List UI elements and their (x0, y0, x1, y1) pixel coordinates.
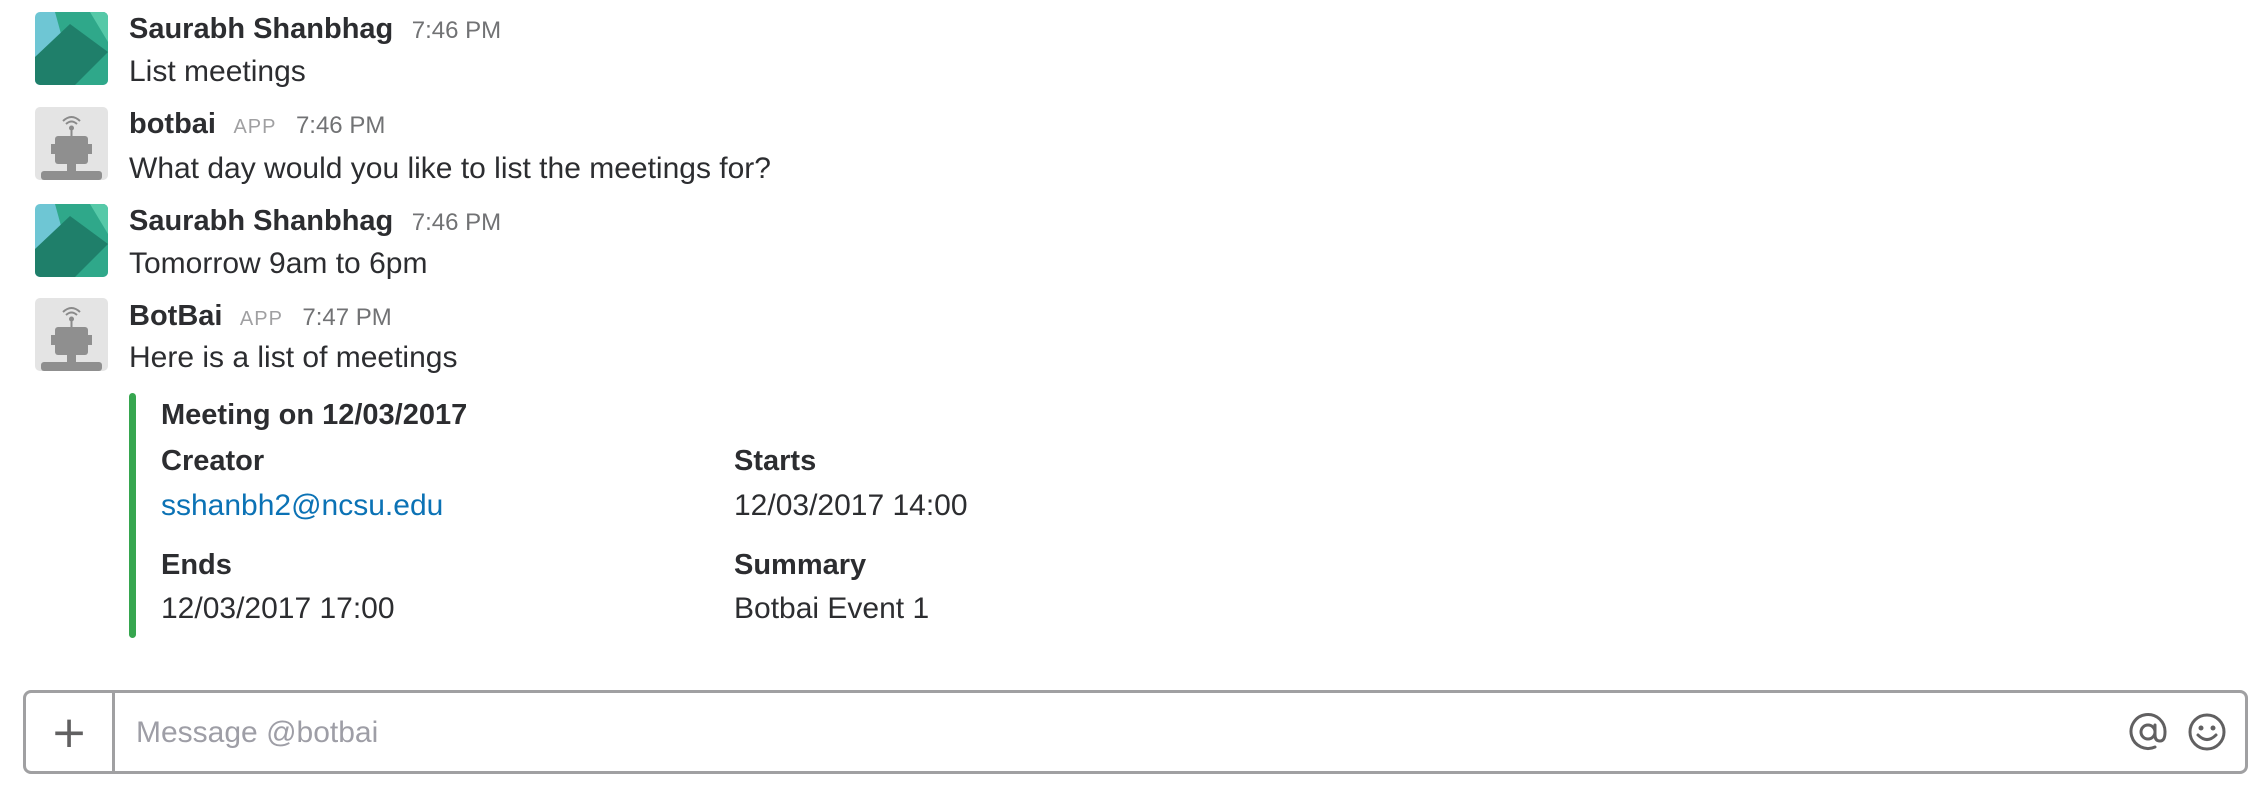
emoji-button[interactable] (2186, 711, 2228, 753)
app-badge: APP (233, 116, 277, 138)
attachment-color-bar (129, 393, 136, 638)
field-value-summary: Botbai Event 1 (734, 592, 930, 625)
message-timestamp[interactable]: 7:47 PM (302, 304, 391, 331)
bot-avatar[interactable] (35, 107, 108, 180)
attachment-title: Meeting on 12/03/2017 (161, 399, 468, 431)
add-attachment-button[interactable]: + (26, 693, 115, 771)
message-author[interactable]: botbai (129, 108, 216, 140)
message-author[interactable]: Saurabh Shanbhag (129, 205, 393, 237)
field-value-starts: 12/03/2017 14:00 (734, 489, 968, 522)
field-title-ends: Ends (161, 549, 232, 581)
message-timestamp[interactable]: 7:46 PM (296, 112, 385, 139)
message-text: Tomorrow 9am to 6pm (129, 247, 428, 280)
plus-icon: + (50, 706, 88, 758)
message-composer: + (23, 690, 2248, 774)
user-avatar[interactable] (35, 204, 108, 277)
app-badge: APP (239, 308, 283, 330)
message-text: List meetings (129, 55, 306, 88)
field-title-starts: Starts (734, 445, 817, 477)
message-author[interactable]: BotBai (129, 300, 222, 332)
bot-avatar[interactable] (35, 298, 108, 371)
user-avatar[interactable] (35, 12, 108, 85)
meeting-attachment: Meeting on 12/03/2017 Creator sshanbh2@n… (129, 393, 1129, 638)
message-timestamp[interactable]: 7:46 PM (412, 17, 501, 44)
field-value-ends: 12/03/2017 17:00 (161, 592, 395, 625)
smiley-icon (2188, 713, 2226, 751)
message-text: Here is a list of meetings (129, 341, 458, 374)
field-title-summary: Summary (734, 549, 867, 581)
mention-button[interactable] (2127, 711, 2169, 753)
field-title-creator: Creator (161, 445, 265, 477)
message-author[interactable]: Saurabh Shanbhag (129, 13, 393, 45)
at-sign-icon (2129, 713, 2167, 750)
message-input[interactable] (134, 714, 2088, 752)
message-text: What day would you like to list the meet… (129, 152, 771, 185)
creator-email-link[interactable]: sshanbh2@ncsu.edu (161, 489, 443, 523)
message-timestamp[interactable]: 7:46 PM (412, 209, 501, 236)
